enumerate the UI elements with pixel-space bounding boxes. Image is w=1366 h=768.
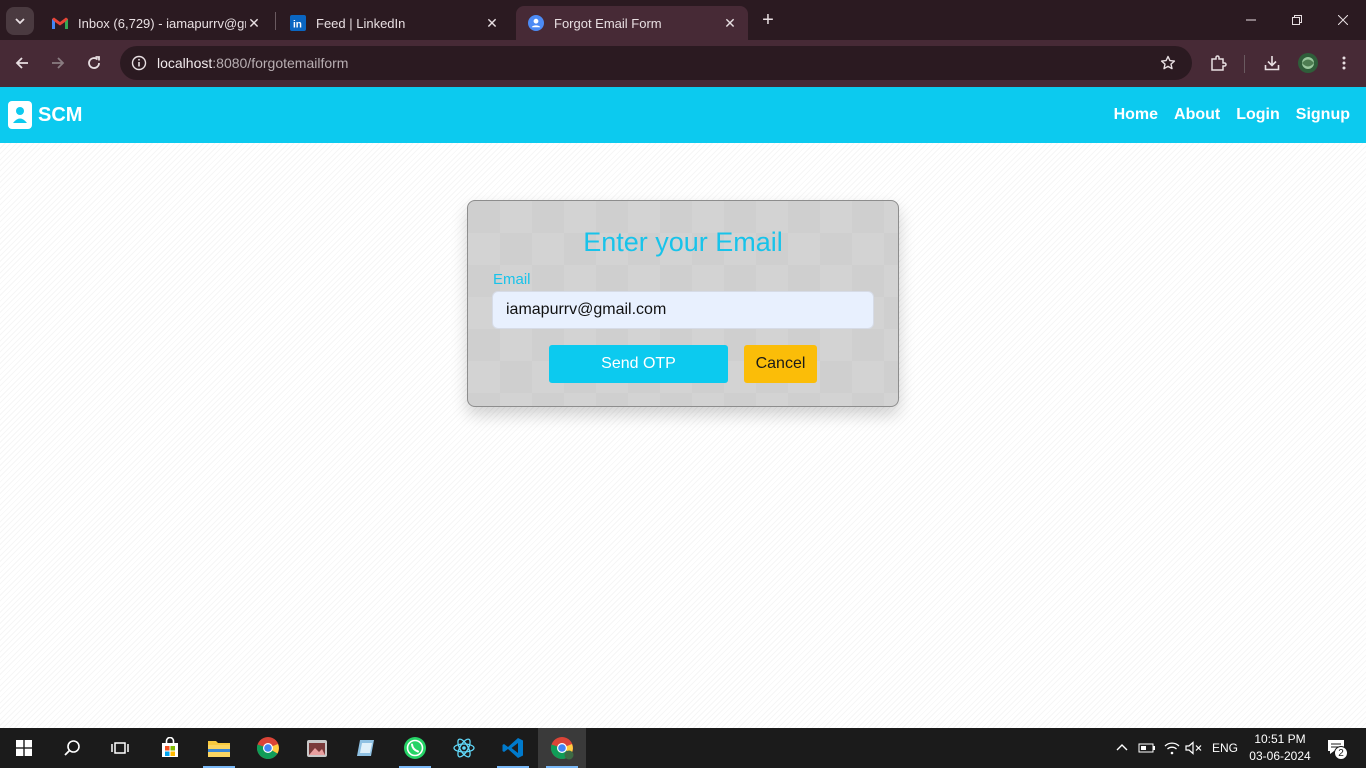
profile-icon <box>528 15 544 31</box>
linkedin-icon: in <box>290 15 306 31</box>
store-icon <box>162 737 178 757</box>
volume-muted-icon[interactable] <box>1184 738 1204 758</box>
minimize-icon <box>1246 19 1256 21</box>
folder-icon <box>208 741 230 757</box>
tab-divider <box>275 12 276 30</box>
downloads-button[interactable] <box>1257 48 1287 78</box>
taskbar-whatsapp[interactable] <box>391 728 439 768</box>
cancel-button[interactable]: Cancel <box>744 345 817 383</box>
search-icon <box>64 740 80 756</box>
avatar-icon <box>1298 53 1318 73</box>
download-icon <box>1264 56 1280 71</box>
arrow-right-icon <box>52 57 65 69</box>
tab-title: Inbox (6,729) - iamapurrv@gmail.com - Gm… <box>78 15 246 31</box>
contact-book-icon <box>8 101 32 129</box>
notification-badge: 2 <box>1334 746 1348 760</box>
taskbar-vscode[interactable] <box>489 728 537 768</box>
close-tab-icon[interactable]: ✕ <box>246 15 262 31</box>
whatsapp-icon <box>404 737 426 759</box>
clock-time: 10:51 PM <box>1254 732 1306 746</box>
tab-gmail[interactable]: Inbox (6,729) - iamapurrv@gmail.com - Gm… <box>40 6 272 40</box>
browser-tab-strip: Inbox (6,729) - iamapurrv@gmail.com - Gm… <box>0 0 1366 40</box>
taskbar-microsoft-store[interactable] <box>146 728 194 768</box>
new-tab-button[interactable]: + <box>756 8 780 32</box>
url-host: localhost <box>157 55 213 71</box>
browser-toolbar: localhost:8080/forgotemailform <box>0 40 1366 87</box>
nav-signup-link[interactable]: Signup <box>1296 106 1350 124</box>
taskbar-react-app[interactable] <box>440 728 488 768</box>
nav-links: Home About Login Signup <box>1114 106 1350 124</box>
plus-icon: + <box>762 8 774 31</box>
site-navbar: SCM Home About Login Signup <box>0 87 1366 143</box>
task-view-button[interactable] <box>96 728 144 768</box>
task-view-icon <box>111 742 129 754</box>
react-icon <box>453 738 475 758</box>
restore-button[interactable] <box>1274 0 1320 40</box>
taskbar-file-explorer[interactable] <box>195 728 243 768</box>
clock-date: 03-06-2024 <box>1249 749 1311 763</box>
site-info-icon[interactable] <box>128 52 150 74</box>
email-field[interactable] <box>492 291 874 329</box>
toolbar-divider <box>1244 55 1245 73</box>
tab-forgot-email-form[interactable]: Forgot Email Form ✕ <box>516 6 748 40</box>
page-content: SCM Home About Login Signup Enter your E… <box>0 87 1366 728</box>
show-hidden-icons-button[interactable] <box>1112 738 1132 758</box>
windows-logo-icon <box>16 740 32 756</box>
email-label: Email <box>493 271 531 288</box>
input-language[interactable]: ENG <box>1212 741 1238 755</box>
forward-button[interactable] <box>43 48 73 78</box>
gmail-icon <box>52 15 68 31</box>
nav-login-link[interactable]: Login <box>1236 106 1280 124</box>
taskbar-search-button[interactable] <box>48 728 96 768</box>
more-vertical-icon <box>1342 56 1346 70</box>
browser-menu-button[interactable] <box>1329 48 1359 78</box>
taskbar-chrome-active[interactable] <box>538 728 586 768</box>
reload-button[interactable] <box>79 48 109 78</box>
tab-search-button[interactable] <box>6 7 34 35</box>
address-bar[interactable]: localhost:8080/forgotemailform <box>120 46 1192 80</box>
url-path: :8080/forgotemailform <box>212 55 349 71</box>
start-button[interactable] <box>0 728 48 768</box>
close-tab-icon[interactable]: ✕ <box>484 15 500 31</box>
tab-title: Feed | LinkedIn <box>316 15 406 31</box>
close-icon <box>1338 15 1348 25</box>
chevron-down-icon <box>15 18 25 25</box>
arrow-left-icon <box>15 57 28 69</box>
svg-text:in: in <box>293 20 302 31</box>
brand-name: SCM <box>38 103 83 126</box>
windows-taskbar: ENG 10:51 PM 03-06-2024 2 <box>0 728 1366 768</box>
wifi-icon[interactable] <box>1162 738 1182 758</box>
form-title: Enter your Email <box>583 227 783 257</box>
notification-center-button[interactable]: 2 <box>1324 738 1350 760</box>
battery-icon[interactable] <box>1137 738 1157 758</box>
chrome-profile-icon <box>550 737 574 760</box>
vscode-icon <box>502 738 523 758</box>
puzzle-icon <box>1211 55 1227 71</box>
chrome-icon <box>256 737 279 759</box>
taskbar-clock[interactable]: 10:51 PM 03-06-2024 <box>1240 731 1320 765</box>
close-window-button[interactable] <box>1320 0 1366 40</box>
bookmark-star-icon[interactable] <box>1158 53 1178 73</box>
restore-icon <box>1292 15 1302 25</box>
taskbar-photos-app[interactable] <box>293 728 341 768</box>
close-tab-icon[interactable]: ✕ <box>722 15 738 31</box>
nav-about-link[interactable]: About <box>1174 106 1220 124</box>
tab-title: Forgot Email Form <box>554 15 662 31</box>
chevron-up-icon <box>1116 744 1128 751</box>
profile-avatar-button[interactable] <box>1293 48 1323 78</box>
url-text: localhost:8080/forgotemailform <box>157 55 348 71</box>
photos-icon <box>307 740 327 757</box>
back-button[interactable] <box>7 48 37 78</box>
notes-icon <box>357 740 374 756</box>
tab-linkedin[interactable]: in Feed | LinkedIn ✕ <box>278 6 510 40</box>
minimize-button[interactable] <box>1228 0 1274 40</box>
taskbar-chrome[interactable] <box>244 728 292 768</box>
extensions-button[interactable] <box>1203 48 1233 78</box>
brand-logo[interactable]: SCM <box>8 101 82 129</box>
nav-home-link[interactable]: Home <box>1114 106 1158 124</box>
reload-icon <box>88 56 100 69</box>
send-otp-button[interactable]: Send OTP <box>549 345 728 383</box>
taskbar-notes-app[interactable] <box>342 728 390 768</box>
forgot-email-card: Enter your Email Email Send OTP Cancel <box>467 200 899 407</box>
